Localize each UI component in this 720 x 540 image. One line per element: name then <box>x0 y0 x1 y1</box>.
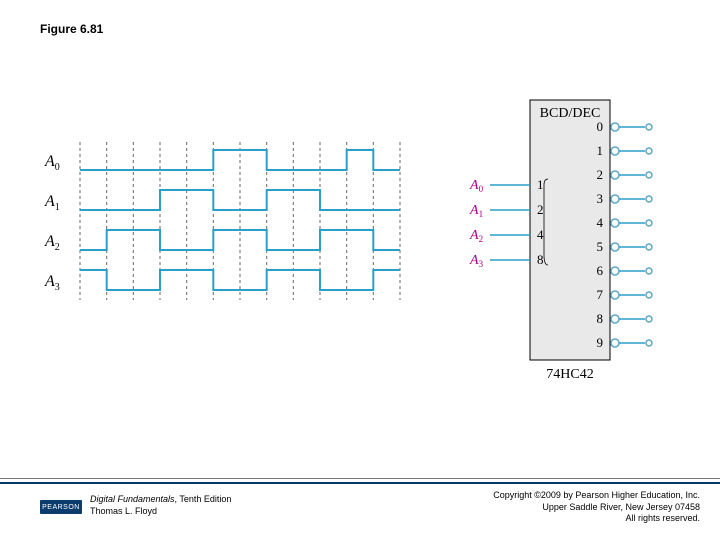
author: Thomas L. Floyd <box>90 506 231 518</box>
svg-text:8: 8 <box>597 311 604 326</box>
svg-text:8: 8 <box>537 252 544 267</box>
footer-right: Copyright ©2009 by Pearson Higher Educat… <box>493 490 700 525</box>
copyright-line: Copyright ©2009 by Pearson Higher Educat… <box>493 490 700 502</box>
book-title: Digital Fundamentals <box>90 494 175 504</box>
svg-text:2: 2 <box>597 167 604 182</box>
svg-text:4: 4 <box>537 227 544 242</box>
svg-text:6: 6 <box>597 263 604 278</box>
decoder-block: BCD/DEC 74HC42 A0 1 A1 2 A2 4 A3 8 0 1 2… <box>430 95 680 395</box>
svg-text:1: 1 <box>537 177 544 192</box>
time-guides <box>80 142 400 300</box>
book-edition: , Tenth Edition <box>175 494 232 504</box>
svg-text:7: 7 <box>597 287 604 302</box>
signal-label-A3: A3 <box>44 273 60 293</box>
rights-line: All rights reserved. <box>493 513 700 525</box>
svg-text:A3: A3 <box>469 253 484 269</box>
svg-text:A2: A2 <box>469 228 483 244</box>
footer: Digital Fundamentals, Tenth Edition Thom… <box>0 488 720 530</box>
svg-text:0: 0 <box>597 119 604 134</box>
svg-text:5: 5 <box>597 239 604 254</box>
svg-text:1: 1 <box>597 143 604 158</box>
footer-divider <box>0 478 720 484</box>
svg-text:A3: A3 <box>44 273 60 293</box>
svg-text:3: 3 <box>597 191 604 206</box>
decoder-title: BCD/DEC <box>540 106 601 121</box>
svg-text:A1: A1 <box>44 193 60 213</box>
svg-text:2: 2 <box>537 202 544 217</box>
svg-text:4: 4 <box>597 215 604 230</box>
figure-title: Figure 6.81 <box>40 22 103 36</box>
signal-label-A0: A0 <box>44 153 60 173</box>
signal-label-A1: A1 <box>44 193 60 213</box>
address-line: Upper Saddle River, New Jersey 07458 <box>493 502 700 514</box>
decoder-part-number: 74HC42 <box>546 367 593 382</box>
svg-text:9: 9 <box>597 335 604 350</box>
svg-text:A0: A0 <box>469 178 484 194</box>
svg-text:A2: A2 <box>44 233 60 253</box>
timing-diagram: A0 A1 A2 A3 <box>40 130 410 320</box>
footer-left: Digital Fundamentals, Tenth Edition Thom… <box>90 494 231 517</box>
svg-text:A0: A0 <box>44 153 60 173</box>
signal-label-A2: A2 <box>44 233 60 253</box>
svg-text:A1: A1 <box>469 203 483 219</box>
